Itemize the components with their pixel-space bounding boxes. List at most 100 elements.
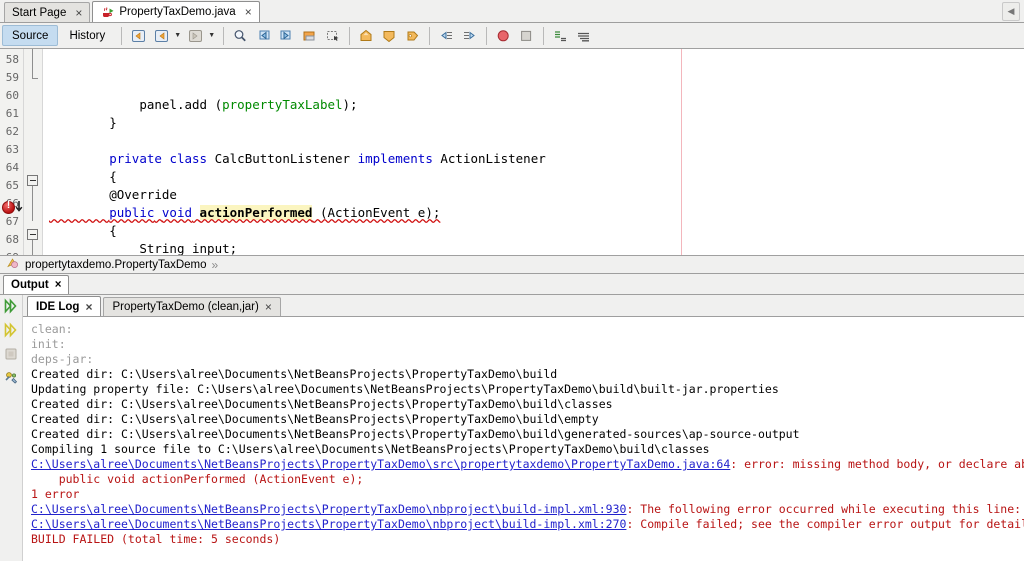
code-line[interactable]: {: [43, 168, 1024, 186]
fold-toggle-line-65[interactable]: [27, 229, 38, 240]
start-macro-recording-icon[interactable]: [493, 26, 514, 46]
line-number: 64: [5, 161, 19, 174]
code-token: String input;: [139, 241, 238, 255]
console-line: Created dir: C:\Users\alree\Documents\Ne…: [31, 397, 1024, 412]
console-line: Created dir: C:\Users\alree\Documents\Ne…: [31, 427, 1024, 442]
tab-source-label: Source: [12, 29, 49, 42]
console-text: : Compile failed; see the compiler error…: [626, 517, 1024, 531]
line-number-gutter: 58596061626364656667686970: [0, 49, 24, 255]
console-line: Created dir: C:\Users\alree\Documents\Ne…: [31, 367, 1024, 382]
console-hyperlink[interactable]: C:\Users\alree\Documents\NetBeansProject…: [31, 517, 626, 531]
close-icon[interactable]: ×: [265, 300, 272, 314]
toolbar-separator: [349, 26, 351, 45]
line-number: 68: [5, 233, 19, 246]
output-window-tab[interactable]: Output ×: [3, 275, 70, 294]
code-editor[interactable]: 58596061626364656667686970 panel.add (pr…: [0, 49, 1024, 256]
console-text: Created dir: C:\Users\alree\Documents\Ne…: [31, 412, 599, 426]
breadcrumb[interactable]: propertytaxdemo.PropertyTaxDemo »: [0, 256, 1024, 274]
code-line[interactable]: @Override: [43, 186, 1024, 204]
right-margin-guide: [681, 49, 682, 255]
previous-bookmark-icon[interactable]: [356, 26, 377, 46]
java-file-icon: [100, 5, 114, 19]
next-bookmark-icon[interactable]: [379, 26, 400, 46]
close-icon[interactable]: ×: [75, 7, 82, 19]
shift-line-left-icon[interactable]: [436, 26, 457, 46]
code-line[interactable]: {: [43, 222, 1024, 240]
document-tab-propertytaxdemo-java[interactable]: PropertyTaxDemo.java ×: [92, 1, 260, 22]
code-line[interactable]: public void actionPerformed (ActionEvent…: [43, 204, 1024, 222]
console-text: 1 error: [31, 487, 80, 501]
stop-macro-recording-icon[interactable]: [516, 26, 537, 46]
fold-end-marker: [32, 78, 38, 79]
line-number: 65: [5, 179, 19, 192]
document-tab-start-page[interactable]: Start Page ×: [4, 2, 91, 22]
close-icon[interactable]: ×: [85, 300, 92, 314]
ant-settings-icon[interactable]: [3, 370, 19, 386]
output-tab-ide-log[interactable]: IDE Log ×: [27, 296, 102, 316]
line-number: 63: [5, 143, 19, 156]
console-line: Compiling 1 source file to C:\Users\alre…: [31, 442, 1024, 457]
output-tab-propertytaxdemo-clean-jar[interactable]: PropertyTaxDemo (clean,jar) ×: [103, 297, 281, 316]
toolbar-separator: [543, 26, 545, 45]
scroll-documents-left-icon[interactable]: ◀: [1002, 2, 1020, 21]
code-fold-bar[interactable]: [24, 49, 43, 255]
find-selection-icon[interactable]: [230, 26, 251, 46]
console-line: clean:: [31, 322, 1024, 337]
rerun-icon[interactable]: [3, 298, 19, 314]
comment-icon[interactable]: [550, 26, 571, 46]
code-line[interactable]: }: [43, 114, 1024, 132]
breadcrumb-text[interactable]: propertytaxdemo.PropertyTaxDemo: [25, 259, 207, 271]
last-edit-icon[interactable]: [128, 26, 149, 46]
toggle-highlight-icon[interactable]: [299, 26, 320, 46]
shift-line-right-icon[interactable]: [459, 26, 480, 46]
find-next-icon[interactable]: [276, 26, 297, 46]
back-navigation-icon[interactable]: [151, 26, 172, 46]
tab-history-label: History: [69, 29, 106, 42]
uncomment-icon[interactable]: [573, 26, 594, 46]
code-line[interactable]: panel.add (propertyTaxLabel);: [43, 96, 1024, 114]
output-tab-label: IDE Log: [36, 300, 80, 313]
console-line: C:\Users\alree\Documents\NetBeansProject…: [31, 457, 1024, 472]
code-text-area[interactable]: panel.add (propertyTaxLabel); } private …: [43, 49, 1024, 255]
rerun-with-different-parameters-icon[interactable]: [3, 322, 19, 338]
find-previous-icon[interactable]: [253, 26, 274, 46]
tab-source[interactable]: Source: [2, 25, 59, 46]
output-console[interactable]: clean: init: deps-jar: Created dir: C:\User…: [23, 317, 1024, 561]
line-number: 58: [5, 53, 19, 66]
toolbar-separator: [121, 26, 123, 45]
console-text: BUILD FAILED (total time: 5 seconds): [31, 532, 281, 546]
document-tab-label: Start Page: [12, 6, 67, 19]
console-hyperlink[interactable]: C:\Users\alree\Documents\NetBeansProject…: [31, 502, 626, 516]
output-window-body: IDE Log × PropertyTaxDemo (clean,jar) × …: [0, 295, 1024, 561]
error-annotation-glyph[interactable]: [2, 200, 15, 214]
toolbar-separator: [429, 26, 431, 45]
console-line: Updating property file: C:\Users\alree\D…: [31, 382, 1024, 397]
tab-history[interactable]: History: [59, 25, 115, 46]
line-number: 60: [5, 89, 19, 102]
console-text: Created dir: C:\Users\alree\Documents\Ne…: [31, 397, 613, 411]
fold-toggle-line-62[interactable]: [27, 175, 38, 186]
code-token: ActionListener: [432, 151, 546, 166]
code-line[interactable]: String input;: [43, 240, 1024, 255]
close-icon[interactable]: ×: [245, 6, 252, 18]
line-number: 61: [5, 107, 19, 120]
close-icon[interactable]: ×: [55, 279, 62, 291]
code-token: }: [109, 115, 117, 130]
output-main-column: IDE Log × PropertyTaxDemo (clean,jar) × …: [23, 295, 1024, 561]
console-text: : The following error occurred while exe…: [626, 502, 1022, 516]
toggle-bookmark-icon[interactable]: [402, 26, 423, 46]
forward-navigation-icon[interactable]: [185, 26, 206, 46]
console-line: init:: [31, 337, 1024, 352]
line-number: 62: [5, 125, 19, 138]
code-line[interactable]: private class CalcButtonListener impleme…: [43, 150, 1024, 168]
toggle-rectangular-selection-icon[interactable]: [322, 26, 343, 46]
console-text: deps-jar:: [31, 352, 94, 366]
code-line[interactable]: [43, 132, 1024, 150]
console-hyperlink[interactable]: C:\Users\alree\Documents\NetBeansProject…: [31, 457, 730, 471]
fold-line: [32, 49, 33, 79]
document-tab-label: PropertyTaxDemo.java: [119, 6, 236, 18]
chevron-down-icon[interactable]: ▼: [207, 26, 216, 46]
chevron-down-icon[interactable]: ▼: [173, 26, 182, 46]
